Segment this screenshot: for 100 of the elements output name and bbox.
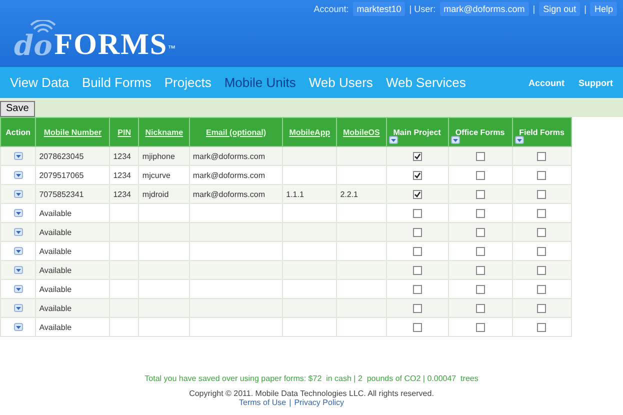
save-button[interactable]: Save — [0, 100, 35, 116]
checkbox[interactable] — [537, 266, 546, 275]
checkbox[interactable] — [412, 322, 422, 332]
checkbox[interactable] — [537, 304, 546, 313]
checkbox[interactable] — [476, 170, 485, 180]
sort-link[interactable]: Nickname — [145, 128, 184, 136]
checkbox[interactable] — [476, 208, 485, 218]
header-link[interactable]: Help — [590, 2, 617, 16]
account-name-link[interactable]: marktest10 — [352, 2, 406, 16]
action-dropdown-icon[interactable] — [14, 228, 23, 236]
checkbox[interactable] — [537, 152, 546, 161]
nav-tab[interactable]: Build Forms — [82, 75, 152, 90]
table-cell: 7075852341 — [39, 190, 84, 198]
footer-link[interactable]: Privacy Policy — [294, 398, 344, 407]
checkbox[interactable] — [412, 266, 422, 275]
checkbox[interactable] — [537, 190, 546, 199]
user-link[interactable]: mark@doforms.com — [440, 2, 529, 16]
checkbox[interactable] — [537, 322, 546, 332]
table-cell: Available — [39, 246, 72, 256]
nav-tab[interactable]: Projects — [164, 75, 212, 90]
nav-link[interactable]: Support — [578, 78, 613, 88]
checkbox[interactable] — [412, 208, 422, 218]
table-cell: Available — [39, 284, 72, 294]
table-cell: mjdroid — [142, 190, 169, 198]
action-dropdown-icon[interactable] — [14, 323, 23, 332]
table-cell: 2.2.1 — [340, 190, 358, 198]
checkbox[interactable] — [537, 246, 546, 256]
checkbox[interactable] — [476, 152, 485, 161]
table-cell: mark@doforms.com — [192, 170, 265, 180]
header-label: Action — [6, 128, 31, 136]
nav-tab[interactable]: Web Users — [308, 75, 373, 90]
checkbox[interactable] — [537, 284, 546, 294]
checkbox[interactable] — [412, 152, 422, 161]
column-header[interactable]: Email (optional) — [189, 118, 283, 146]
action-dropdown-icon[interactable] — [14, 152, 23, 160]
column-header[interactable]: Mobile Number — [36, 118, 110, 146]
table-cell: Available — [39, 266, 72, 274]
table-cell: Available — [39, 228, 72, 236]
checkbox[interactable] — [412, 304, 422, 313]
table-cell: mjcurve — [142, 170, 170, 180]
nav-tab[interactable]: View Data — [10, 75, 70, 90]
sort-link[interactable]: MobileApp — [289, 128, 330, 136]
checkbox[interactable] — [476, 246, 485, 256]
separator: | — [289, 398, 292, 407]
checkbox[interactable] — [412, 170, 422, 180]
sort-link[interactable]: Email (optional) — [206, 128, 266, 136]
checkbox[interactable] — [476, 322, 485, 332]
checkbox[interactable] — [476, 190, 485, 199]
dropdown-icon[interactable] — [514, 136, 524, 144]
action-dropdown-icon[interactable] — [14, 285, 23, 294]
dropdown-icon[interactable] — [388, 136, 398, 144]
signal-icon — [30, 20, 56, 34]
action-dropdown-icon[interactable] — [14, 304, 23, 312]
checkbox[interactable] — [412, 284, 422, 294]
checkbox[interactable] — [476, 228, 485, 237]
trademark: ™ — [168, 44, 176, 53]
separator: | — [532, 4, 536, 14]
action-dropdown-icon[interactable] — [14, 266, 23, 274]
table-cell: mark@doforms.com — [192, 152, 265, 160]
table-cell: mjiphone — [142, 152, 175, 160]
checkbox[interactable] — [412, 228, 422, 237]
table-cell: 2078623045 — [39, 152, 84, 160]
checkbox[interactable] — [537, 170, 546, 180]
dropdown-icon[interactable] — [450, 136, 460, 144]
checkbox[interactable] — [476, 304, 485, 313]
action-dropdown-icon[interactable] — [14, 209, 23, 218]
header-label: Field Forms — [519, 128, 564, 136]
column-header[interactable]: MobileApp — [282, 118, 337, 146]
table-cell: Available — [39, 208, 72, 218]
checkbox[interactable] — [412, 246, 422, 256]
copyright-text: Copyright © 2011. Mobile Data Technologies LLC. All rights reserved. — [189, 389, 434, 398]
logo-name: FORMS — [54, 30, 168, 60]
savings-text: Total you have saved over using paper forms: $72 in cash | 2 pounds of CO2 | 0.00047 trees — [144, 374, 478, 383]
sort-link[interactable]: PIN — [118, 128, 131, 136]
table-cell: Available — [39, 304, 72, 312]
header-label: Main Project — [393, 128, 441, 136]
checkbox[interactable] — [476, 284, 485, 294]
table-cell: 1.1.1 — [286, 190, 304, 198]
checkbox[interactable] — [537, 228, 546, 237]
table-cell: 1234 — [113, 170, 131, 180]
action-dropdown-icon[interactable] — [14, 247, 23, 256]
nav-tab[interactable]: Mobile Units — [224, 75, 296, 90]
checkbox[interactable] — [476, 266, 485, 275]
sort-link[interactable]: MobileOS — [342, 128, 380, 136]
column-header[interactable]: Nickname — [138, 118, 190, 146]
checkbox[interactable] — [412, 190, 422, 199]
footer-link[interactable]: Terms of Use — [239, 398, 286, 407]
action-dropdown-icon[interactable] — [14, 190, 23, 198]
header-label: Office Forms — [455, 128, 505, 136]
separator: | — [584, 4, 586, 14]
nav-tab[interactable]: Web Services — [386, 75, 466, 90]
column-header[interactable]: MobileOS — [336, 118, 386, 146]
table-cell: Available — [39, 322, 72, 332]
sort-link[interactable]: Mobile Number — [44, 128, 102, 136]
nav-link[interactable]: Account — [528, 78, 564, 88]
action-dropdown-icon[interactable] — [14, 171, 23, 180]
checkbox[interactable] — [537, 208, 546, 218]
column-header[interactable]: PIN — [110, 118, 139, 146]
header-link[interactable]: Sign out — [539, 2, 580, 16]
table-cell: 1234 — [113, 190, 131, 198]
